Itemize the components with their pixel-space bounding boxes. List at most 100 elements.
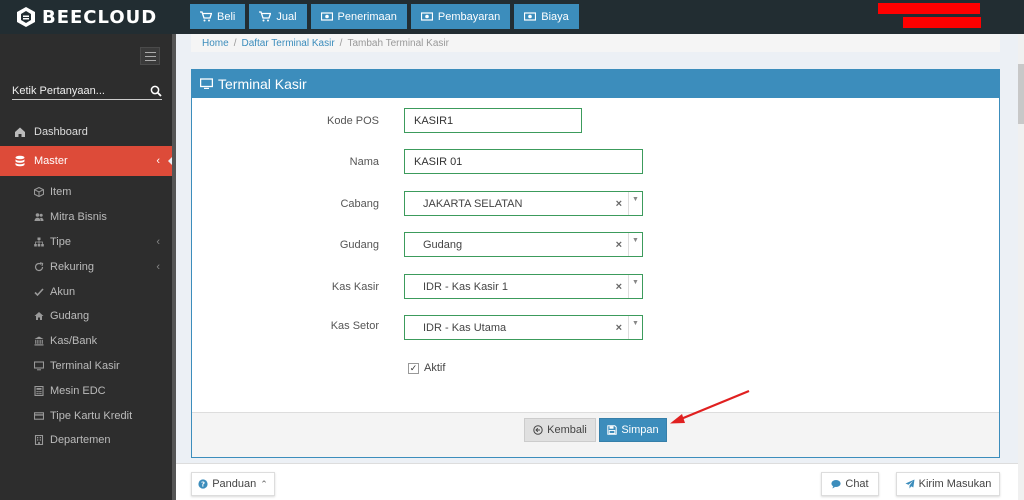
nav-beli-button[interactable]: Beli: [190, 4, 246, 29]
gudang-select[interactable]: Gudang × ▼: [404, 232, 643, 257]
sidebar-item-mesin-edc[interactable]: Mesin EDC: [0, 378, 176, 403]
nav-pembayaran-button[interactable]: Pembayaran: [410, 4, 511, 29]
redaction-bar: [903, 17, 981, 28]
panduan-label: Panduan: [212, 478, 257, 490]
chat-button[interactable]: Chat: [821, 472, 879, 496]
aktif-checkbox[interactable]: ✓: [408, 362, 419, 374]
kas-kasir-label: Kas Kasir: [331, 281, 379, 293]
breadcrumb-list-link[interactable]: Daftar Terminal Kasir: [241, 38, 334, 49]
dropdown-arrow-icon[interactable]: ▼: [628, 316, 642, 339]
top-nav: Beli Jual Penerimaan Pembayaran Biaya: [190, 4, 579, 29]
dropdown-arrow-icon[interactable]: ▼: [628, 275, 642, 298]
sidebar-item-tipe-kartu-kredit[interactable]: Tipe Kartu Kredit: [0, 403, 176, 428]
sidebar-item-gudang[interactable]: Gudang: [0, 304, 176, 329]
kas-setor-select[interactable]: IDR - Kas Utama × ▼: [404, 315, 643, 340]
money-icon: [524, 12, 537, 21]
kode-pos-input[interactable]: KASIR1: [404, 108, 582, 133]
breadcrumb-separator: /: [233, 37, 237, 49]
nav-beli-label: Beli: [217, 10, 236, 23]
building-icon: [34, 435, 44, 446]
sitemap-icon: [34, 237, 44, 247]
refresh-icon: [34, 262, 44, 272]
sidebar-item-mitra-bisnis[interactable]: Mitra Bisnis: [0, 205, 176, 230]
sidebar-item-terminal-kasir[interactable]: Terminal Kasir: [0, 354, 176, 379]
brand-name: BEECLOUD: [42, 6, 158, 28]
sidebar-item-label: Mesin EDC: [50, 384, 106, 397]
gudang-selected-value: Gudang: [423, 238, 463, 251]
dropdown-arrow-icon[interactable]: ▼: [628, 192, 642, 215]
nav-biaya-label: Biaya: [541, 10, 569, 23]
simpan-button[interactable]: Simpan: [599, 418, 667, 442]
sidebar-item-rekuring[interactable]: Rekuring ‹: [0, 254, 176, 279]
panel-title: Terminal Kasir: [218, 76, 307, 92]
panduan-button[interactable]: ? Panduan ⌃: [191, 472, 275, 496]
sidebar-submenu: Item Mitra Bisnis Tipe ‹ Rekuring ‹ Akun…: [0, 180, 176, 453]
aktif-label: Aktif: [424, 362, 446, 374]
nav-biaya-button[interactable]: Biaya: [514, 4, 579, 29]
sidebar-item-label: Terminal Kasir: [50, 359, 120, 372]
sidebar-item-label: Gudang: [50, 310, 90, 323]
sidebar-item-label: Tipe: [50, 235, 71, 248]
kembali-button[interactable]: Kembali: [524, 418, 596, 442]
top-bar: BEECLOUD Beli Jual Penerimaan Pembayaran…: [0, 0, 1024, 34]
users-icon: [34, 212, 44, 222]
question-circle-icon: ?: [198, 479, 208, 489]
clear-icon[interactable]: ×: [616, 281, 622, 293]
paper-plane-icon: [905, 479, 915, 489]
cube-icon: [34, 187, 44, 198]
sidebar-item-dashboard[interactable]: Dashboard: [0, 120, 176, 144]
kembali-label: Kembali: [547, 424, 587, 436]
save-icon: [607, 425, 618, 435]
breadcrumb-home-link[interactable]: Home: [202, 38, 229, 49]
kode-pos-label: Kode POS: [327, 115, 379, 127]
dropdown-arrow-icon[interactable]: ▼: [628, 233, 642, 256]
panel-footer: Kembali Simpan: [192, 412, 999, 457]
nav-penerimaan-button[interactable]: Penerimaan: [310, 4, 407, 29]
aktif-checkbox-row: ✓ Aktif: [408, 362, 445, 374]
sidebar-search[interactable]: Ketik Pertanyaan...: [12, 82, 162, 100]
sidebar-item-tipe[interactable]: Tipe ‹: [0, 230, 176, 255]
sidebar-item-label: Mitra Bisnis: [50, 211, 107, 224]
breadcrumb: Home / Daftar Terminal Kasir / Tambah Te…: [191, 34, 1000, 52]
sidebar-item-master[interactable]: Master ‹: [0, 146, 176, 176]
clear-icon[interactable]: ×: [616, 322, 622, 334]
sidebar-item-item[interactable]: Item: [0, 180, 176, 205]
bottom-bar: ? Panduan ⌃ Chat Kirim Masukan: [176, 463, 1024, 500]
calculator-icon: [34, 385, 44, 396]
clear-icon[interactable]: ×: [616, 239, 622, 251]
cabang-label: Cabang: [340, 198, 379, 210]
chevron-up-icon: ⌃: [260, 478, 268, 489]
search-input[interactable]: Ketik Pertanyaan...: [12, 85, 105, 97]
brand-logo[interactable]: BEECLOUD: [16, 5, 157, 29]
sidebar-item-kas-bank[interactable]: Kas/Bank: [0, 329, 176, 354]
nama-input[interactable]: KASIR 01: [404, 149, 643, 174]
chevron-left-icon: ‹: [156, 155, 160, 167]
redaction-bar: [878, 3, 980, 14]
kas-kasir-selected-value: IDR - Kas Kasir 1: [423, 280, 508, 293]
terminal-kasir-panel: Terminal Kasir Kode POS KASIR1 Nama KASI…: [191, 69, 1000, 458]
money-icon: [320, 12, 333, 21]
sidebar-item-departemen[interactable]: Departemen: [0, 428, 176, 453]
sidebar-item-akun[interactable]: Akun: [0, 279, 176, 304]
kirim-masukan-button[interactable]: Kirim Masukan: [896, 472, 1000, 496]
search-icon[interactable]: [150, 85, 162, 97]
monitor-icon: [200, 78, 213, 89]
sidebar-toggle-button[interactable]: [140, 47, 160, 65]
kas-setor-label: Kas Setor: [330, 320, 379, 332]
chevron-left-icon: ‹: [156, 260, 160, 273]
money-icon: [420, 12, 433, 21]
sidebar-scrollbar[interactable]: [172, 34, 176, 500]
sidebar-item-label: Master: [34, 155, 68, 167]
simpan-label: Simpan: [621, 424, 659, 436]
chat-label: Chat: [845, 478, 869, 490]
nav-penerimaan-label: Penerimaan: [337, 10, 397, 23]
clear-icon[interactable]: ×: [616, 198, 622, 210]
page-scrollbar[interactable]: [1018, 34, 1024, 500]
nav-jual-button[interactable]: Jual: [249, 4, 307, 29]
home-icon: [34, 311, 44, 321]
kas-kasir-select[interactable]: IDR - Kas Kasir 1 × ▼: [404, 274, 643, 299]
bank-icon: [34, 336, 44, 346]
arrow-circle-left-icon: [533, 425, 543, 435]
check-icon: [34, 287, 44, 297]
cabang-select[interactable]: JAKARTA SELATAN × ▼: [404, 191, 643, 216]
